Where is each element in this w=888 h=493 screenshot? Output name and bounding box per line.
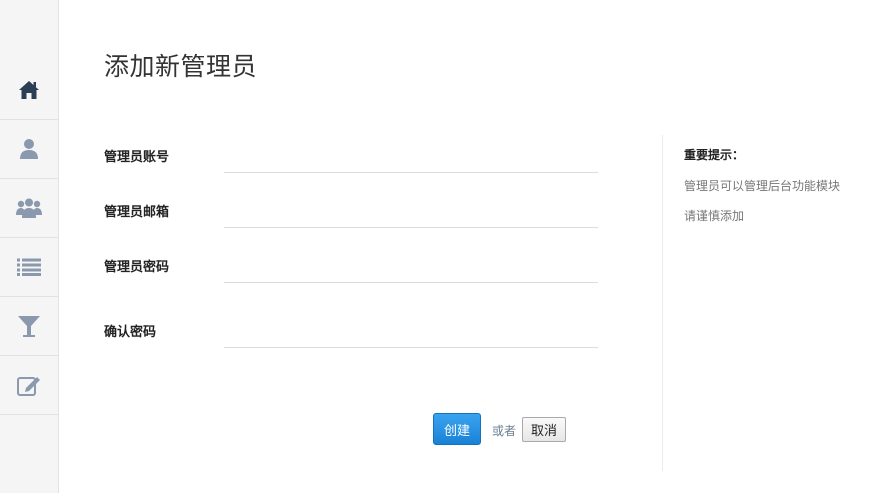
vertical-divider <box>662 135 663 471</box>
confirm-password-input[interactable] <box>224 318 598 348</box>
email-row: 管理员邮箱 <box>104 193 598 233</box>
page-title: 添加新管理员 <box>104 52 258 81</box>
tips-title: 重要提示： <box>684 148 745 162</box>
password-label: 管理员密码 <box>104 260 170 275</box>
account-input[interactable] <box>224 143 598 173</box>
tip-line: 请谨慎添加 <box>684 209 745 223</box>
edit-icon <box>17 374 41 396</box>
confirm-password-row: 确认密码 <box>104 313 598 353</box>
account-row: 管理员账号 <box>104 138 598 178</box>
sidebar-item-list[interactable] <box>0 238 58 297</box>
sidebar-item-edit[interactable] <box>0 356 58 415</box>
filter-icon <box>18 315 40 337</box>
confirm-password-label: 确认密码 <box>104 325 157 340</box>
email-input[interactable] <box>224 198 598 228</box>
sidebar-item-users[interactable] <box>0 179 58 238</box>
users-group-icon <box>16 197 42 219</box>
user-icon <box>19 138 39 160</box>
sidebar <box>0 0 59 493</box>
email-label: 管理员邮箱 <box>104 205 170 220</box>
account-label: 管理员账号 <box>104 150 170 165</box>
sidebar-item-home[interactable] <box>0 61 58 120</box>
list-icon <box>17 258 41 276</box>
home-icon <box>18 80 40 100</box>
tip-line: 管理员可以管理后台功能模块 <box>684 179 841 193</box>
sidebar-item-filter[interactable] <box>0 297 58 356</box>
create-button[interactable]: 创建 <box>433 413 481 445</box>
cancel-button[interactable]: 取消 <box>522 417 566 442</box>
password-input[interactable] <box>224 253 598 283</box>
password-row: 管理员密码 <box>104 248 598 288</box>
sidebar-item-user[interactable] <box>0 120 58 179</box>
or-text: 或者 <box>492 424 517 438</box>
